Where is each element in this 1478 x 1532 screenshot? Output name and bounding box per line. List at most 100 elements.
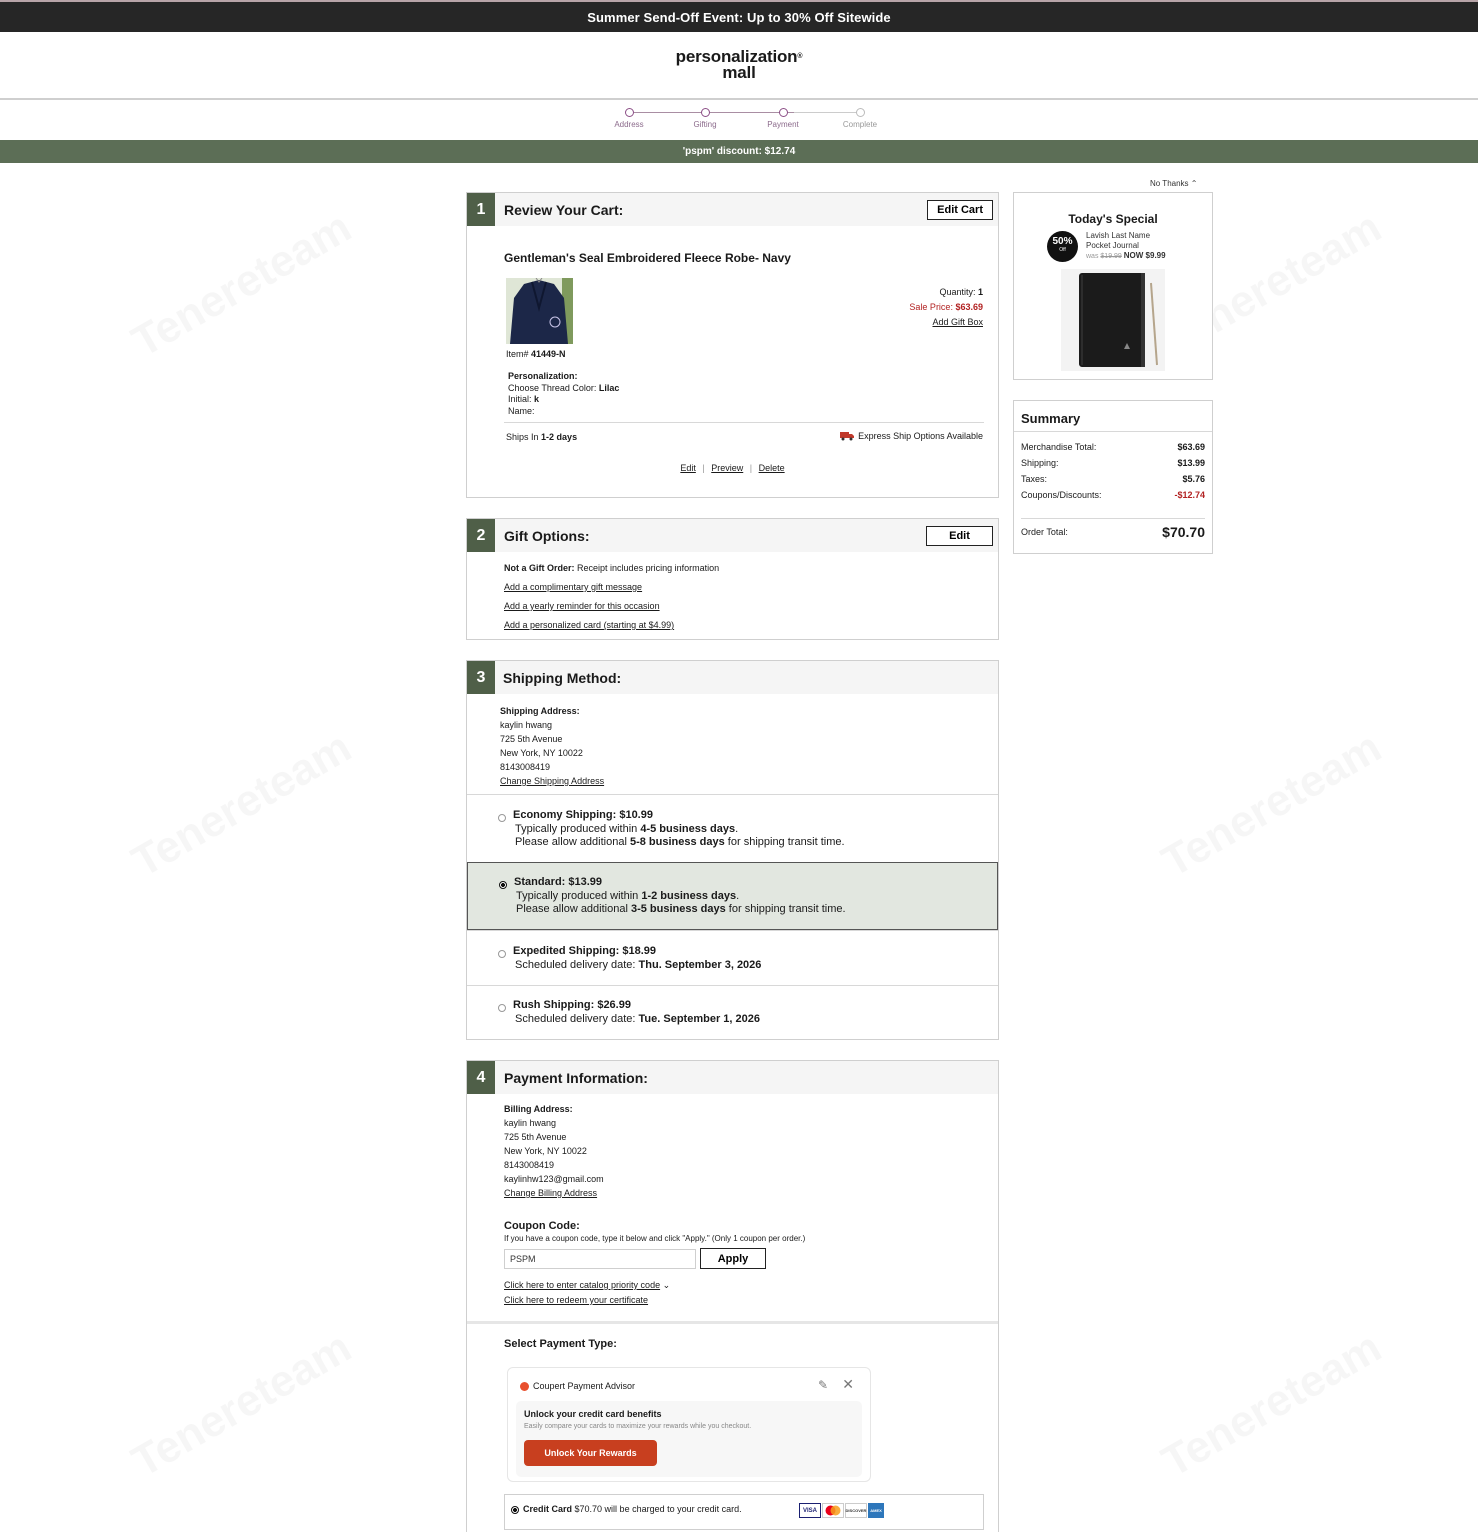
discount-banner: 'pspm' discount: $12.74 — [0, 140, 1478, 163]
unlock-rewards-button[interactable]: Unlock Your Rewards — [524, 1440, 657, 1466]
catalog-code-link[interactable]: Click here to enter catalog priority cod… — [504, 1280, 660, 1290]
order-summary-box: Summary Merchandise Total: $63.69 Shippin… — [1013, 400, 1213, 554]
brand-logo[interactable]: personalization® mall — [676, 48, 803, 81]
yearly-reminder-link[interactable]: Add a yearly reminder for this occasion — [504, 597, 719, 616]
shipping-address-heading: Shipping Address: — [500, 706, 580, 716]
discount-text: 'pspm' discount: $12.74 — [682, 146, 796, 157]
summary-label: Merchandise Total: — [1021, 442, 1097, 452]
apply-coupon-button[interactable]: Apply — [700, 1248, 766, 1269]
option-text: . — [736, 889, 740, 902]
truck-icon — [840, 432, 855, 441]
promo-text: Summer Send-Off Event: Up to 30% Off Sit… — [587, 9, 891, 25]
option-text: 3-5 business days — [630, 903, 726, 915]
summary-value: $5.76 — [1182, 474, 1205, 484]
special-product-image[interactable] — [1061, 269, 1165, 371]
edit-icon[interactable]: ✎ — [818, 1378, 828, 1392]
delete-item-link[interactable]: Delete — [759, 463, 785, 473]
panel-title: Payment Information: — [504, 1069, 648, 1086]
radio-button[interactable] — [498, 1004, 506, 1012]
redeem-certificate-link[interactable]: Click here to redeem your certificate — [504, 1293, 670, 1308]
edit-item-link[interactable]: Edit — [680, 463, 696, 473]
chevron-up-icon: ⌃ — [1190, 179, 1198, 188]
visa-icon: VISA — [799, 1503, 821, 1518]
advisor-subtext: Easily compare your cards to maximize yo… — [524, 1423, 752, 1430]
option-title: Rush Shipping: $26.99 — [513, 999, 631, 1011]
coupon-input[interactable] — [504, 1249, 696, 1269]
price-block: Quantity: 1 Sale Price: $63.69 Add Gift … — [909, 285, 983, 330]
not-gift-label: Not a Gift Order: — [504, 563, 575, 573]
radio-button-selected[interactable] — [499, 881, 507, 889]
step-dot-icon — [855, 108, 865, 117]
watermark: Tenereteam — [124, 722, 360, 887]
summary-label: Coupons/Discounts: — [1021, 490, 1102, 500]
chevron-down-icon[interactable]: ⌄ — [663, 1280, 671, 1290]
radio-button-selected[interactable] — [511, 1506, 519, 1514]
item-value: 41449-N — [531, 349, 566, 359]
gift-options-list: Not a Gift Order: Receipt includes prici… — [504, 559, 719, 635]
gift-options-panel: 2 Gift Options: Edit Not a Gift Order: R… — [466, 518, 999, 640]
option-text: for shipping transit time. — [724, 836, 845, 848]
add-gift-box-link[interactable]: Add Gift Box — [909, 315, 983, 330]
personalized-card-link[interactable]: Add a personalized card (starting at $4.… — [504, 616, 719, 635]
edit-gift-button[interactable]: Edit — [926, 526, 993, 546]
name-line: Name: — [508, 405, 535, 416]
option-text: Tue. September 1, 2026 — [638, 1012, 760, 1025]
ships-value: 1-2 days — [541, 432, 578, 442]
option-text: Scheduled delivery date: — [515, 958, 639, 971]
address-line: New York, NY 10022 — [500, 748, 583, 758]
gift-message-link[interactable]: Add a complimentary gift message — [504, 578, 719, 597]
was-label: was — [1086, 253, 1099, 260]
shipping-option-rush[interactable]: Rush Shipping: $26.99 Scheduled delivery… — [467, 985, 998, 1039]
no-thanks-toggle[interactable]: No Thanks ⌃ — [1150, 179, 1197, 188]
option-text: Scheduled delivery date: — [515, 1012, 639, 1025]
option-title: Expedited Shipping: $18.99 — [513, 945, 657, 957]
not-gift-order: Not a Gift Order: Receipt includes prici… — [504, 559, 719, 578]
special-title: Today's Special — [1068, 212, 1158, 226]
initial-label: Initial: — [508, 394, 532, 404]
promo-banner[interactable]: Summer Send-Off Event: Up to 30% Off Sit… — [0, 0, 1478, 32]
billing-line: New York, NY 10022 — [504, 1146, 587, 1156]
thread-color: Choose Thread Color: Lilac — [508, 383, 619, 395]
shipping-option-standard[interactable]: Standard: $13.99 Typically produced with… — [467, 862, 998, 930]
badge-percent: 50% — [1052, 236, 1073, 247]
todays-special-box[interactable]: Today's Special 50% Off Lavish Last Name… — [1013, 192, 1213, 380]
quantity-value: 1 — [977, 287, 983, 297]
panel-title: Shipping Method: — [503, 669, 622, 686]
panel-title: Review Your Cart: — [504, 201, 624, 218]
change-billing-address-link[interactable]: Change Billing Address — [504, 1186, 604, 1200]
product-name[interactable]: Gentleman's Seal Embroidered Fleece Robe… — [504, 251, 791, 265]
checkout-progress: Address Gifting Payment Complete — [604, 107, 884, 131]
item-label: Item# — [506, 349, 529, 359]
radio-button[interactable] — [498, 814, 506, 822]
shipping-option-economy[interactable]: Economy Shipping: $10.99 Typically produ… — [467, 794, 998, 862]
special-product-info: Lavish Last Name Pocket Journal was $19.… — [1086, 231, 1166, 262]
preview-item-link[interactable]: Preview — [711, 463, 743, 473]
change-shipping-address-link[interactable]: Change Shipping Address — [500, 774, 604, 788]
sale-price: Sale Price: $63.69 — [909, 300, 983, 315]
summary-label: Shipping: — [1021, 458, 1059, 468]
no-thanks-label: No Thanks — [1150, 179, 1189, 188]
item-number: Item# 41449-N — [506, 349, 566, 359]
summary-rows: Merchandise Total: $63.69 Shipping: $13.99… — [1021, 439, 1205, 503]
badge-off: Off — [1059, 247, 1066, 253]
step-gifting: Gifting — [675, 107, 735, 129]
radio-button[interactable] — [498, 950, 506, 958]
edit-cart-button[interactable]: Edit Cart — [927, 200, 993, 220]
summary-row: Coupons/Discounts: -$12.74 — [1021, 487, 1205, 503]
total-value: $70.70 — [1162, 524, 1205, 540]
payment-advisor-widget: Coupert Payment Advisor ✎ ✕ Unlock your … — [507, 1367, 871, 1482]
step-number: 1 — [467, 193, 495, 226]
close-icon[interactable]: ✕ — [842, 1376, 854, 1393]
shipping-option-expedited[interactable]: Expedited Shipping: $18.99 Scheduled del… — [467, 930, 998, 985]
step-address: Address — [599, 107, 659, 129]
credit-card-amount: $70.70 will be charged to your credit ca… — [574, 1504, 742, 1514]
option-text: Please allow additional — [515, 836, 630, 848]
product-image[interactable] — [506, 278, 573, 344]
order-total: Order Total: $70.70 — [1021, 524, 1205, 540]
sale-price-value: $63.69 — [955, 302, 983, 312]
step-number: 3 — [467, 661, 495, 694]
address-line: 8143008419 — [500, 762, 551, 772]
credit-card-option[interactable]: Credit Card $70.70 will be charged to yo… — [504, 1494, 984, 1530]
option-text: 5-8 business days — [629, 836, 725, 848]
option-text: 4-5 business days — [640, 822, 736, 835]
